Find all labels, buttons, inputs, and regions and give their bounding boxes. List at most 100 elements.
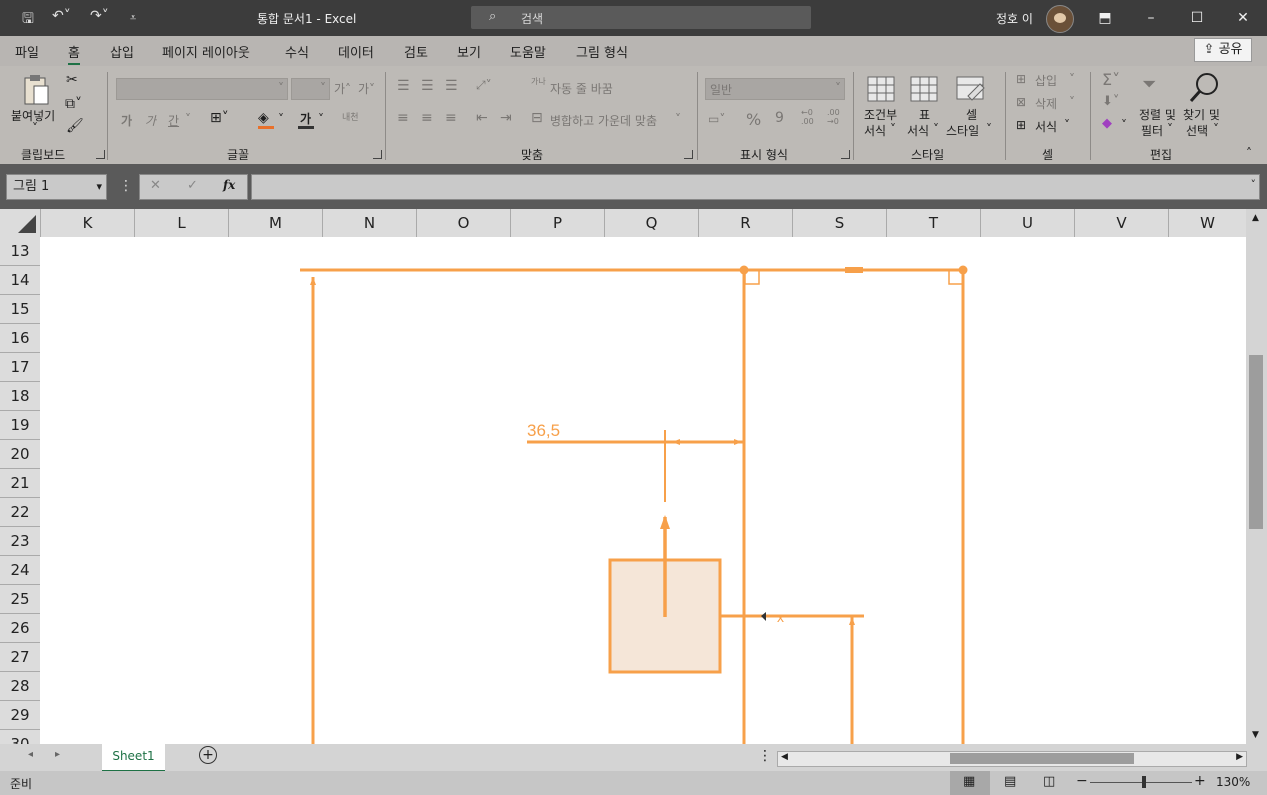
undo-icon[interactable]: ↶˅ [52, 8, 71, 24]
shrink-font-button[interactable]: 가˅ [358, 80, 375, 97]
vertical-scrollbar[interactable]: ▲ ▼ [1246, 209, 1267, 744]
vertical-scroll-thumb[interactable] [1249, 355, 1263, 529]
font-launcher-icon[interactable] [373, 150, 382, 159]
name-box-dropdown-icon[interactable]: ▾ [90, 175, 102, 199]
horizontal-scroll-thumb[interactable] [950, 753, 1134, 764]
sort-filter-label-1[interactable]: 정렬 및 [1139, 106, 1176, 123]
row-header[interactable]: 19 [0, 411, 40, 440]
align-top-icon[interactable]: ☰ [397, 78, 410, 94]
row-header[interactable]: 23 [0, 527, 40, 556]
conditional-format-icon[interactable] [867, 76, 895, 102]
column-header[interactable]: M [229, 209, 323, 237]
row-header[interactable]: 20 [0, 440, 40, 469]
row-header[interactable]: 22 [0, 498, 40, 527]
fill-icon[interactable]: ⬇˅ [1102, 94, 1119, 109]
row-header[interactable]: 25 [0, 585, 40, 614]
column-header[interactable]: S [793, 209, 887, 237]
zoom-slider[interactable] [1090, 782, 1192, 783]
format-as-table-label-2[interactable]: 서식 [907, 122, 929, 139]
column-header[interactable]: N [323, 209, 417, 237]
column-header[interactable]: O [417, 209, 511, 237]
row-header[interactable]: 24 [0, 556, 40, 585]
increase-decimal-button[interactable]: ←0 .00 [801, 108, 821, 126]
align-middle-icon[interactable]: ☰ [421, 78, 434, 94]
zoom-slider-thumb[interactable] [1142, 776, 1146, 788]
select-all-button[interactable] [0, 209, 41, 237]
wrap-text-button[interactable]: 자동 줄 바꿈 [550, 80, 613, 97]
tab-page-layout[interactable]: 페이지 레이아웃 [162, 42, 250, 61]
font-size-select[interactable]: ˅ [291, 78, 330, 100]
row-header[interactable]: 18 [0, 382, 40, 411]
user-name[interactable]: 정호 이 [996, 10, 1033, 27]
collapse-ribbon-icon[interactable]: ˄ [1246, 146, 1252, 160]
row-header[interactable]: 21 [0, 469, 40, 498]
row-header[interactable]: 28 [0, 672, 40, 701]
zoom-in-button[interactable]: + [1194, 773, 1206, 789]
borders-icon[interactable]: ⊞˅ [210, 110, 229, 126]
tab-home[interactable]: 홈 [68, 42, 80, 65]
zoom-out-button[interactable]: − [1076, 773, 1088, 789]
tab-file[interactable]: 파일 [15, 42, 39, 61]
cancel-icon[interactable]: ✕ [150, 178, 161, 193]
font-color-button[interactable]: 가 [300, 110, 311, 127]
column-header[interactable]: W [1169, 209, 1246, 237]
cell-styles-label-1[interactable]: 셀 [966, 106, 977, 123]
zoom-level[interactable]: 130% [1216, 775, 1250, 789]
merge-center-button[interactable]: 병합하고 가운데 맞춤 [550, 112, 657, 129]
cell-styles-icon[interactable] [956, 76, 986, 102]
decrease-decimal-button[interactable]: .00 →0 [827, 108, 847, 126]
close-icon[interactable]: ✕ [1233, 8, 1253, 28]
tab-formulas[interactable]: 수식 [285, 42, 309, 61]
row-header[interactable]: 17 [0, 353, 40, 382]
grow-font-button[interactable]: 가˄ [334, 80, 351, 97]
scroll-up-icon[interactable]: ▲ [1252, 213, 1259, 223]
merge-dropdown-icon[interactable]: ˅ [675, 112, 681, 126]
bold-button[interactable]: 가 [121, 112, 132, 129]
tab-review[interactable]: 검토 [404, 42, 428, 61]
expand-formula-icon[interactable]: ˅ [1251, 178, 1257, 191]
name-box[interactable]: 그림 1 ▾ [6, 174, 107, 200]
row-header[interactable]: 15 [0, 295, 40, 324]
save-icon[interactable]: 🖫 [22, 8, 34, 32]
worksheet-cells[interactable]: 36,5 x [40, 237, 1246, 744]
comma-button[interactable]: 9 [775, 110, 784, 126]
clear-icon[interactable]: ◆ [1102, 116, 1112, 131]
row-header[interactable]: 29 [0, 701, 40, 730]
page-layout-view-icon[interactable]: ▤ [1004, 774, 1016, 789]
paste-dropdown-icon[interactable]: ˅ [32, 121, 38, 135]
scroll-right-icon[interactable]: ▶ [1236, 752, 1243, 762]
ribbon-display-options-icon[interactable]: ⬒ [1095, 8, 1115, 28]
column-header[interactable]: U [981, 209, 1075, 237]
enter-icon[interactable]: ✓ [187, 178, 198, 193]
row-header[interactable]: 30 [0, 730, 40, 744]
row-header[interactable]: 26 [0, 614, 40, 643]
copy-icon[interactable]: ⧉˅ [65, 96, 82, 112]
format-painter-icon[interactable]: 🖌 [66, 118, 84, 134]
tab-help[interactable]: 도움말 [510, 42, 546, 61]
autosum-icon[interactable]: Σ˅ [1102, 70, 1120, 89]
share-button[interactable]: ⇪ 공유 [1194, 38, 1252, 62]
phonetic-button[interactable]: 내천 [342, 110, 359, 123]
sort-filter-icon[interactable]: ⏷ [1142, 74, 1156, 95]
align-left-icon[interactable]: ≡ [397, 110, 409, 126]
minimize-icon[interactable]: – [1141, 8, 1161, 28]
maximize-icon[interactable]: ☐ [1187, 8, 1207, 28]
format-as-table-icon[interactable] [910, 76, 940, 102]
more-icon[interactable]: ⋮ [119, 178, 133, 194]
conditional-format-label-2[interactable]: 서식 [864, 122, 886, 139]
prev-sheet-icon[interactable]: ◂ [28, 749, 33, 760]
cut-icon[interactable]: ✂ [66, 72, 78, 88]
clipboard-launcher-icon[interactable] [96, 150, 105, 159]
tab-splitter-icon[interactable]: ⋮ [758, 748, 772, 764]
insert-function-icon[interactable]: fx [223, 178, 235, 192]
fill-color-dropdown-icon[interactable]: ˅ [278, 112, 284, 126]
column-header[interactable]: K [41, 209, 135, 237]
row-header[interactable]: 14 [0, 266, 40, 295]
search-box[interactable]: ⌕ 검색 [471, 6, 811, 29]
inserted-picture[interactable]: 36,5 x [40, 237, 1246, 744]
customize-quick-access-icon[interactable]: ⩡ [130, 11, 136, 25]
row-header[interactable]: 13 [0, 237, 40, 266]
font-color-dropdown-icon[interactable]: ˅ [318, 112, 324, 126]
decrease-indent-icon[interactable]: ⇤ [476, 110, 488, 126]
percent-button[interactable]: % [746, 110, 761, 129]
